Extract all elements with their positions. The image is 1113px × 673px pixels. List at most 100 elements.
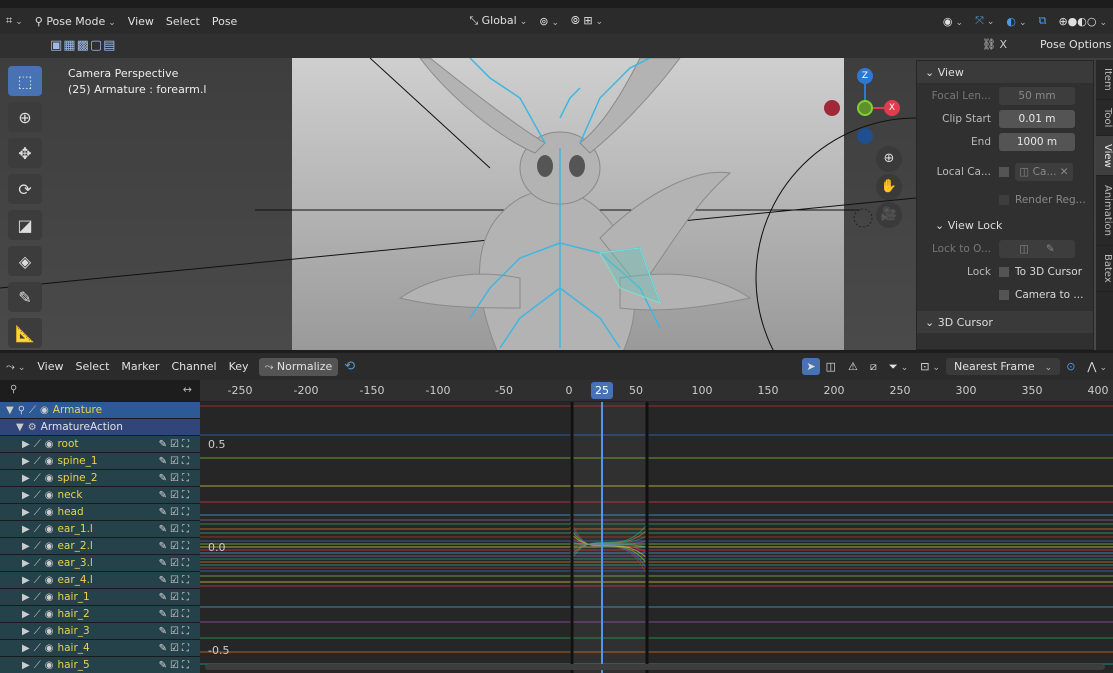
group-toggles[interactable]: ✎☑⛶ [159, 575, 192, 586]
menu-view[interactable]: View [122, 15, 160, 28]
gizmo-neg-z-axis[interactable] [857, 128, 873, 144]
pin-icon[interactable]: ⟋ [34, 541, 41, 552]
pin-icon[interactable]: ⟋ [34, 660, 41, 671]
expand-icon[interactable]: ▶ [22, 592, 30, 603]
tab-item[interactable]: Item [1096, 60, 1113, 100]
channel-group-spine_2[interactable]: ▶ ⟋ ◉ spine_2 ✎☑⛶ [0, 470, 200, 487]
proportional-edit-icon[interactable]: ⊙ [1060, 360, 1081, 373]
pin-icon[interactable]: ⟋ [34, 558, 41, 569]
mode-dropdown[interactable]: ⚲ Pose Mode ⌄ [29, 15, 122, 28]
graph-menu-select[interactable]: Select [69, 360, 115, 373]
pin-icon[interactable]: ⟋ [34, 456, 41, 467]
tab-batex[interactable]: Batex [1096, 246, 1113, 292]
channel-group-neck[interactable]: ▶ ⟋ ◉ neck ✎☑⛶ [0, 487, 200, 504]
channel-search-input[interactable]: ⚲ ↔ [6, 383, 196, 399]
group-toggles[interactable]: ✎☑⛶ [159, 541, 192, 552]
gizmo-z-axis[interactable]: Z [857, 68, 873, 84]
gizmo-neg-x-axis[interactable] [824, 100, 840, 116]
pose-options-dropdown[interactable]: Pose Options⌄ [1040, 38, 1113, 51]
eye-icon[interactable]: ◉ [45, 660, 54, 671]
pin-icon[interactable]: ⟋ [34, 643, 41, 654]
overlay-toggle-icon[interactable]: ◐ ⌄ [1000, 15, 1032, 28]
falloff-icon[interactable]: ⋀ ⌄ [1081, 360, 1113, 373]
group-toggles[interactable]: ✎☑⛶ [159, 524, 192, 535]
editor-type-icon[interactable]: ⌗ ⌄ [0, 14, 29, 28]
eye-icon[interactable]: ◉ [45, 490, 54, 501]
tab-tool[interactable]: Tool [1096, 100, 1113, 136]
snap-dropdown[interactable]: Nearest Frame ⌄ [946, 358, 1061, 375]
eye-icon[interactable]: ◉ [45, 626, 54, 637]
group-toggles[interactable]: ✎☑⛶ [159, 609, 192, 620]
pin-icon[interactable]: ⟋ [34, 439, 41, 450]
gizmo-x-axis[interactable]: X [884, 100, 900, 116]
eye-icon[interactable]: ◉ [45, 473, 54, 484]
gizmo-toggle-icon[interactable]: ⤧ ⌄ [969, 14, 1000, 28]
only-selected-icon[interactable]: ➤ [802, 358, 820, 375]
pin-icon[interactable]: ⟋ [34, 507, 41, 518]
expand-icon[interactable]: ▶ [22, 609, 30, 620]
clip-end-field[interactable]: 1000 m [999, 133, 1075, 151]
move-tool[interactable]: ✥ [8, 138, 42, 168]
pin-icon[interactable]: ⟋ [29, 405, 36, 416]
scale-tool[interactable]: ◪ [8, 210, 42, 240]
eye-icon[interactable]: ◉ [45, 524, 54, 535]
expand-icon[interactable]: ▶ [22, 490, 30, 501]
expand-icon[interactable]: ▶ [22, 575, 30, 586]
local-camera-checkbox[interactable] [999, 167, 1009, 177]
group-toggles[interactable]: ✎☑⛶ [159, 507, 192, 518]
view-lock-header[interactable]: ⌄ View Lock [917, 214, 1093, 236]
group-toggles[interactable]: ✎☑⛶ [159, 660, 192, 671]
pivot-point-icon[interactable]: ⊡ ⌄ [914, 360, 946, 373]
3d-viewport[interactable]: ⬚ ⊕ ✥ ⟳ ◪ ◈ ✎ 📐 Camera Perspective (25) … [0, 58, 1113, 350]
expand-icon[interactable]: ▶ [22, 541, 30, 552]
group-toggles[interactable]: ✎☑⛶ [159, 456, 192, 467]
channel-group-hair_5[interactable]: ▶ ⟋ ◉ hair_5 ✎☑⛶ [0, 657, 200, 673]
group-toggles[interactable]: ✎☑⛶ [159, 439, 192, 450]
camera-view-icon[interactable]: 🎥 [876, 202, 902, 228]
eye-icon[interactable]: ◉ [45, 643, 54, 654]
graph-menu-view[interactable]: View [31, 360, 69, 373]
eye-icon[interactable]: ◉ [45, 439, 54, 450]
pin-icon[interactable]: ⟋ [34, 592, 41, 603]
group-toggles[interactable]: ✎☑⛶ [159, 473, 192, 484]
eye-icon[interactable]: ◉ [45, 558, 54, 569]
annotate-tool[interactable]: ✎ [8, 282, 42, 312]
channel-group-ear_2-l[interactable]: ▶ ⟋ ◉ ear_2.l ✎☑⛶ [0, 538, 200, 555]
lock-to-object-field[interactable]: ◫ ✎ [999, 240, 1075, 258]
channel-group-head[interactable]: ▶ ⟋ ◉ head ✎☑⛶ [0, 504, 200, 521]
only-errors-icon[interactable]: ⚠ [842, 360, 864, 373]
channel-group-spine_1[interactable]: ▶ ⟋ ◉ spine_1 ✎☑⛶ [0, 453, 200, 470]
visibility-icon[interactable]: ◉ ⌄ [937, 15, 969, 28]
group-toggles[interactable]: ✎☑⛶ [159, 643, 192, 654]
frame-ruler[interactable]: -250 -200 -150 -100 -50 0 50 100 150 200 250 300 350… [200, 380, 1113, 402]
pin-icon[interactable]: ⟋ [34, 626, 41, 637]
channel-group-hair_2[interactable]: ▶ ⟋ ◉ hair_2 ✎☑⛶ [0, 606, 200, 623]
group-toggles[interactable]: ✎☑⛶ [159, 626, 192, 637]
measure-tool[interactable]: 📐 [8, 318, 42, 348]
normalize-toggle[interactable]: ⤳ Normalize [258, 357, 339, 376]
filter-icon[interactable]: ⏷ ⌄ [883, 360, 914, 374]
channel-group-hair_1[interactable]: ▶ ⟋ ◉ hair_1 ✎☑⛶ [0, 589, 200, 606]
pin-icon[interactable]: ⟋ [34, 524, 41, 535]
xray-toggle-icon[interactable]: ⧉ [1033, 14, 1053, 28]
menu-pose[interactable]: Pose [206, 15, 243, 28]
tab-view[interactable]: View [1096, 136, 1113, 176]
group-toggles[interactable]: ✎☑⛶ [159, 558, 192, 569]
channel-group-ear_3-l[interactable]: ▶ ⟋ ◉ ear_3.l ✎☑⛶ [0, 555, 200, 572]
horizontal-scrollbar[interactable] [205, 664, 1105, 670]
cursor-tool[interactable]: ⊕ [8, 102, 42, 132]
select-mode-icons[interactable]: ▣▦▩▢▤ [50, 38, 116, 53]
expand-icon[interactable]: ▼ [6, 405, 14, 416]
graph-editor-type-icon[interactable]: ⤳ ⌄ [0, 360, 31, 374]
graph-menu-key[interactable]: Key [223, 360, 255, 373]
eye-icon[interactable]: ◉ [45, 507, 54, 518]
current-frame-indicator[interactable]: 25 [591, 382, 613, 399]
lock-cursor-checkbox[interactable] [999, 267, 1009, 277]
normalize-frame-icon[interactable]: ⧄ [864, 360, 883, 374]
expand-icon[interactable]: ▶ [22, 643, 30, 654]
channel-group-ear_1-l[interactable]: ▶ ⟋ ◉ ear_1.l ✎☑⛶ [0, 521, 200, 538]
zoom-icon[interactable]: ⊕ [876, 146, 902, 172]
expand-icon[interactable]: ▶ [22, 473, 30, 484]
expand-icon[interactable]: ▶ [22, 626, 30, 637]
orientation-dropdown[interactable]: ⤡ Global ⌄ [463, 14, 533, 28]
